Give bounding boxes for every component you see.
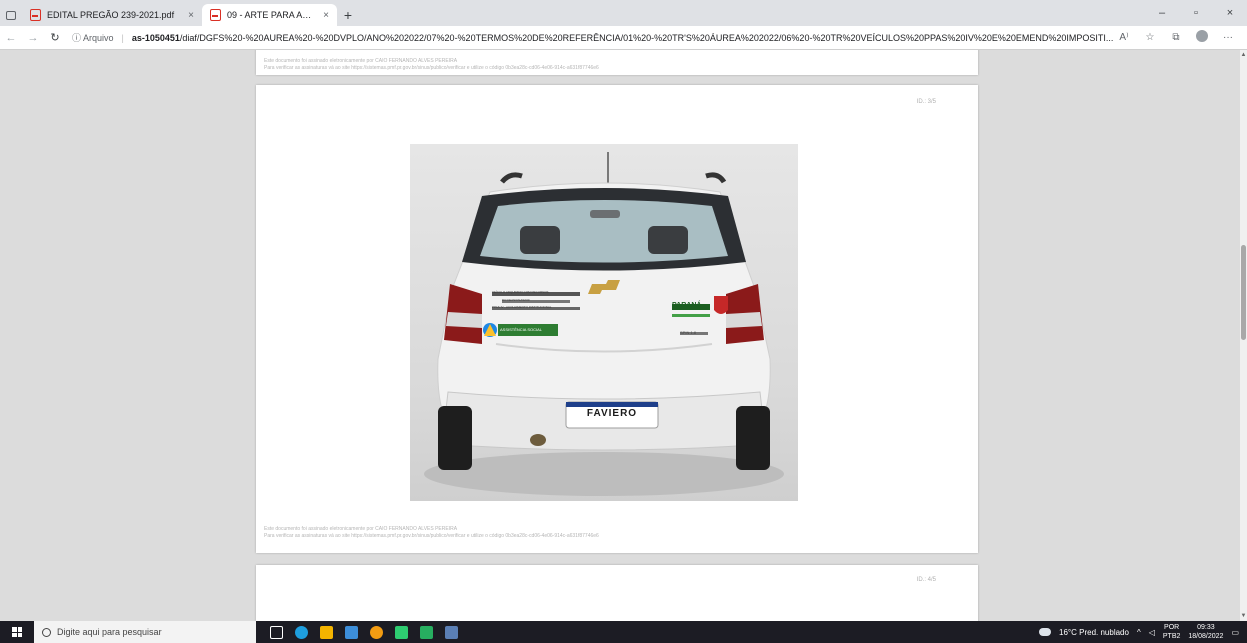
edge-icon[interactable] xyxy=(295,625,308,639)
signature-line: Este documento foi assinado eletronicame… xyxy=(264,526,458,532)
scroll-up-arrow[interactable]: ▲ xyxy=(1240,52,1247,58)
pdf-page: Este documento foi assinado eletronicame… xyxy=(256,50,978,75)
clock-time: 09:33 xyxy=(1197,624,1215,631)
url-host: as-1050451 xyxy=(131,32,180,43)
vehicle-rear-image xyxy=(424,152,784,496)
vertical-scrollbar[interactable]: ▲ ▼ xyxy=(1240,50,1247,621)
model-badge-text: SPIN 1.8 xyxy=(680,330,697,335)
excel-icon[interactable] xyxy=(420,625,433,639)
speaker-icon[interactable]: ◁ xyxy=(1149,628,1155,637)
sticker-text: DO FEAS/CNAS/CIF xyxy=(502,298,531,302)
photos-icon[interactable] xyxy=(445,625,458,639)
site-info-icon[interactable]: ⓘ Arquivo xyxy=(72,31,114,44)
state-name-text: PARANÁ xyxy=(672,302,702,309)
url-text: as-1050451/diaf/DGFS%20-%20AUREA%20-%20D… xyxy=(132,33,1114,43)
pdf-viewer[interactable]: Este documento foi assinado eletronicame… xyxy=(0,50,1240,621)
back-button[interactable]: ← xyxy=(0,26,22,50)
file-explorer-icon[interactable] xyxy=(320,625,333,639)
badge-text: ASSISTÊNCIA SOCIAL xyxy=(500,327,543,332)
close-tab-icon[interactable]: × xyxy=(188,10,194,21)
pdf-page: ID.: 3/5 FAVIERO VEÍCULO ADQUIRIDO COM R… xyxy=(256,85,978,553)
system-tray: 16°C Pred. nublado ^ ◁ POR PTB2 09:33 18… xyxy=(1039,623,1247,641)
license-plate-text: FAVIERO xyxy=(586,408,638,419)
chrome-icon[interactable] xyxy=(370,625,383,639)
new-tab-button[interactable]: + xyxy=(337,4,359,26)
scrollbar-thumb[interactable] xyxy=(1241,245,1246,340)
page-id: ID.: 4/5 xyxy=(916,577,936,583)
start-button[interactable] xyxy=(0,621,34,643)
tab-actions-icon[interactable] xyxy=(0,4,22,26)
tab-strip: EDITAL PREGÃO 239-2021.pdf × 09 - ARTE P… xyxy=(0,0,1247,26)
url-path: /diaf/DGFS%20-%20AUREA%20-%20DVPLO/ANO%2… xyxy=(179,32,1114,43)
scroll-down-arrow[interactable]: ▼ xyxy=(1240,613,1247,619)
language-code: POR xyxy=(1164,624,1180,631)
forward-button[interactable]: → xyxy=(22,26,44,50)
close-tab-icon[interactable]: × xyxy=(323,10,329,21)
tray-overflow-icon[interactable]: ^ xyxy=(1137,628,1141,637)
store-icon[interactable] xyxy=(345,625,358,639)
address-bar: ← → ↻ ⓘ Arquivo | as-1050451/diaf/DGFS%2… xyxy=(0,26,1247,50)
taskbar-search[interactable]: Digite aqui para pesquisar xyxy=(34,621,256,643)
language-indicator[interactable]: POR PTB2 xyxy=(1163,623,1181,641)
notifications-icon[interactable]: ▭ xyxy=(1231,628,1239,637)
minimize-button[interactable]: – xyxy=(1145,0,1179,26)
toolbar-icons: A⁾ ☆ ⧉ ··· xyxy=(1115,30,1247,45)
tab-edital[interactable]: EDITAL PREGÃO 239-2021.pdf × xyxy=(22,4,202,26)
more-menu-icon[interactable]: ··· xyxy=(1219,32,1237,43)
task-view-icon[interactable] xyxy=(270,625,283,639)
vehicle-photo: FAVIERO VEÍCULO ADQUIRIDO COM RECURSOS D… xyxy=(410,144,798,501)
url-separator: | xyxy=(121,32,124,43)
search-placeholder: Digite aqui para pesquisar xyxy=(57,627,162,637)
page-id: ID.: 3/5 xyxy=(916,99,936,105)
weather-cloud-icon xyxy=(1039,628,1052,636)
tab-title: EDITAL PREGÃO 239-2021.pdf xyxy=(47,10,175,20)
clock-date: 18/08/2022 xyxy=(1188,633,1224,640)
sticker-text: VEÍCULO ADQUIRIDO COM RECURSOS xyxy=(492,290,549,294)
app-icon[interactable] xyxy=(395,625,408,639)
favorites-icon[interactable]: ☆ xyxy=(1141,32,1159,43)
url-field[interactable]: ⓘ Arquivo | as-1050451/diaf/DGFS%20-%20A… xyxy=(66,31,1115,44)
pdf-icon xyxy=(30,9,41,21)
clock[interactable]: 09:33 18/08/2022 xyxy=(1188,623,1223,641)
refresh-button[interactable]: ↻ xyxy=(44,26,66,50)
profile-avatar[interactable] xyxy=(1193,30,1211,45)
tab-arte-adesivagem[interactable]: 09 - ARTE PARA ADESIVAGEM V × xyxy=(202,4,337,26)
windows-taskbar: Digite aqui para pesquisar 16°C Pred. nu… xyxy=(0,621,1247,643)
window-controls: – ▫ × xyxy=(1145,0,1247,26)
signature-verify-line: Para verificar as assinaturas vá ao site… xyxy=(264,533,599,539)
sticker-text: PPAS IV - ACOLHIMENTO INSTITUCIONAL xyxy=(492,305,552,309)
weather-text[interactable]: 16°C Pred. nublado xyxy=(1059,628,1129,637)
close-window-button[interactable]: × xyxy=(1213,0,1247,26)
collections-icon[interactable]: ⧉ xyxy=(1167,32,1185,43)
windows-logo-icon xyxy=(12,627,22,637)
signature-verify-line: Para verificar as assinaturas vá ao site… xyxy=(264,65,599,71)
pdf-icon xyxy=(210,9,221,21)
keyboard-layout: PTB2 xyxy=(1162,633,1181,640)
pdf-page: ID.: 4/5 xyxy=(256,565,978,621)
pinned-apps xyxy=(256,625,458,639)
restore-button[interactable]: ▫ xyxy=(1179,0,1213,26)
tab-title: 09 - ARTE PARA ADESIVAGEM V xyxy=(227,10,317,20)
read-aloud-icon[interactable]: A⁾ xyxy=(1115,32,1133,43)
signature-line: Este documento foi assinado eletronicame… xyxy=(264,58,458,64)
search-icon xyxy=(42,627,51,637)
